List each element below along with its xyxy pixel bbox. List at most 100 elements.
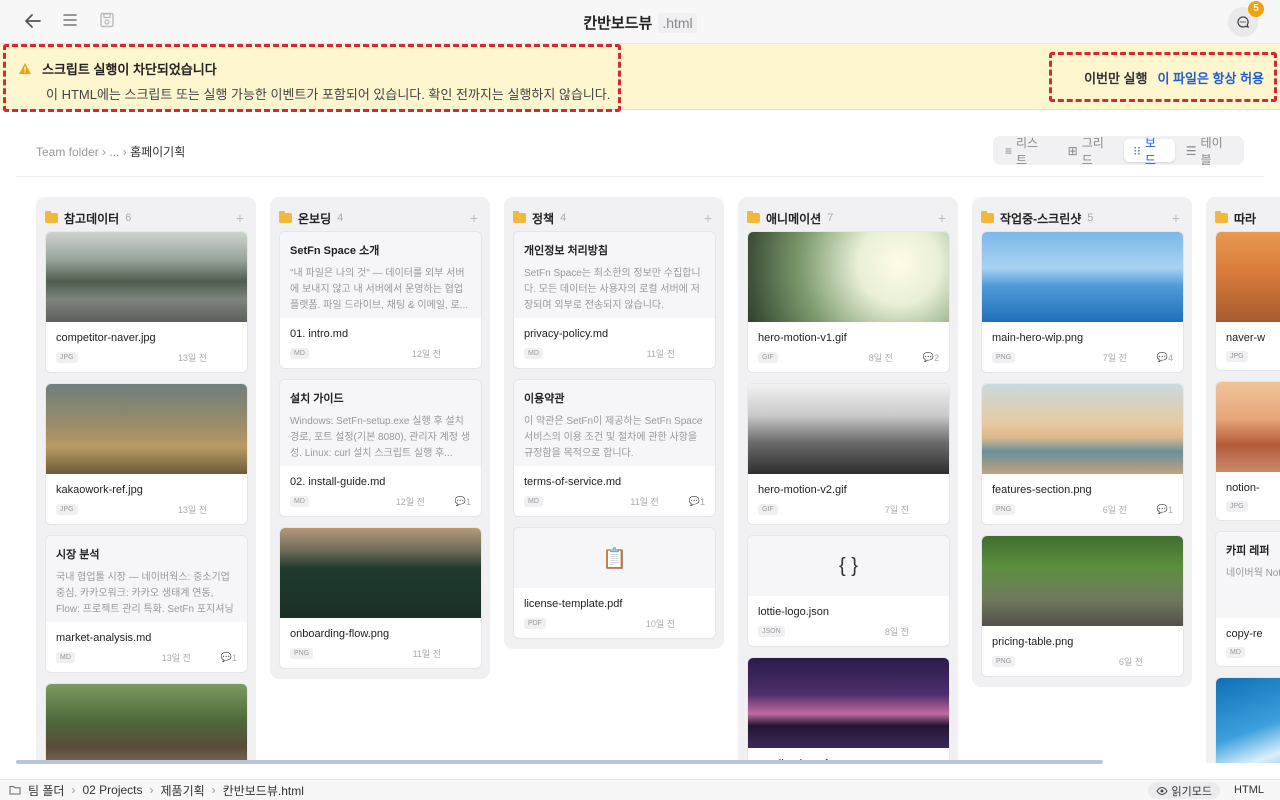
file-name: onboarding-flow.png [290, 628, 390, 640]
file-card[interactable]: 시장 분석 국내 협업툴 시장 — 네이버웍스: 중소기업 중심, 카카오워크: … [45, 535, 248, 673]
file-card[interactable]: hero-motion-v1.gif GIF 8일 전 💬 2 [747, 231, 950, 373]
chat-button[interactable]: 5 [1228, 1, 1264, 37]
file-card[interactable]: main-hero-wip.png PNG 7일 전 💬 4 [981, 231, 1184, 373]
file-card[interactable]: kakaowork-ref.jpg JPG 13일 전 [45, 383, 248, 525]
page-title: 칸반보드뷰 .html [0, 12, 1280, 33]
file-card[interactable]: 개인정보 처리방침 SetFn Space는 최소한의 정보만 수집합니다. 모든… [513, 231, 716, 369]
breadcrumb-root[interactable]: Team folder [36, 145, 99, 159]
horizontal-scrollbar[interactable] [16, 760, 1103, 764]
view-tab-icon: ≡ [1005, 143, 1013, 158]
file-card[interactable]: competitor-naver.jpg JPG 13일 전 [45, 231, 248, 373]
status-path-segment[interactable]: 칸반보드뷰.html [223, 782, 304, 799]
file-ext-badge: PNG [992, 352, 1016, 363]
eye-icon [1155, 786, 1168, 795]
document-preview: 설치 가이드 Windows: SetFn-setup.exe 실행 후 설치 경… [280, 380, 481, 466]
folder-icon [279, 211, 292, 223]
view-tab-3[interactable]: ☰ 테이블 [1177, 136, 1241, 167]
file-card[interactable]: SetFn Space 소개 "내 파일은 나의 것" — 데이터를 외부 서버에… [279, 231, 482, 369]
document-preview: 이용약관 이 약관은 SetFn이 제공하는 SetFn Space 서비스의 이… [514, 380, 715, 466]
breadcrumb-current: 홈페이기획 [130, 145, 186, 159]
file-card[interactable]: linear-dPNG [1215, 677, 1280, 763]
view-tab-1[interactable]: ⊞ 그리드 [1059, 136, 1123, 167]
add-card-icon[interactable]: + [1172, 210, 1180, 226]
comment-icon: 💬 [220, 652, 232, 662]
chat-icon [1237, 16, 1249, 28]
add-card-icon[interactable]: + [236, 210, 244, 226]
image-thumbnail [748, 384, 949, 474]
view-tab-label: 테이블 [1200, 135, 1223, 167]
breadcrumb-ellipsis[interactable]: ... [109, 145, 119, 159]
document-preview: 카피 레퍼네이버웍 Notion " "정해진 흐 [1216, 532, 1280, 618]
file-ext-badge: MD [524, 496, 543, 507]
file-card[interactable]: pricing-table.png PNG 6일 전 [981, 535, 1184, 677]
status-path: 팀 폴더 › 02 Projects › 제품기획 › 칸반보드뷰.html [9, 782, 304, 799]
image-thumbnail [982, 384, 1183, 474]
column-title: 작업중-스크린샷 [1000, 211, 1082, 226]
modified-time: 6일 전 [1118, 657, 1143, 667]
file-name: competitor-naver.jpg [56, 332, 156, 344]
file-ext-badge: MD [1226, 647, 1245, 658]
comment-icon: 💬 [454, 496, 466, 506]
status-path-segment[interactable]: 제품기획 [161, 782, 205, 799]
file-name: pricing-table.png [992, 636, 1074, 648]
board-column: 작업중-스크린샷 5 + main-hero-wip.png PNG 7일 전 💬 4 fea… [972, 197, 1192, 687]
file-card[interactable]: onboarding-flow.png PNG 11일 전 [279, 527, 482, 669]
document-title: 시장 분석 [56, 549, 100, 561]
comment-icon: 💬 [1156, 352, 1168, 362]
column-title: 따라 [1234, 211, 1257, 226]
chevron-right-icon: › [211, 783, 216, 797]
run-once-button[interactable]: 이번만 실행 [1084, 68, 1147, 87]
folder-icon [9, 786, 21, 795]
always-allow-button[interactable]: 이 파일은 항상 허용 [1157, 68, 1264, 87]
file-extension: .html [658, 13, 697, 33]
notification-badge: 5 [1248, 1, 1264, 17]
file-ext-badge: MD [290, 496, 309, 507]
breadcrumb: Team folder › ... › 홈페이기획 [36, 145, 186, 159]
file-ext-badge: PDF [524, 618, 546, 629]
modified-time: 6일 전 [1102, 505, 1127, 515]
file-card[interactable]: scroll-anim-ref.pngPNG8일 전 [747, 657, 950, 763]
file-type-icon: 📋 [514, 528, 715, 588]
document-snippet: Windows: SetFn-setup.exe 실행 후 설치 경로, 포트 … [290, 416, 470, 459]
comment-count: 1 [1167, 504, 1173, 515]
add-card-icon[interactable]: + [704, 210, 712, 226]
read-mode-label: 읽기모드 [1171, 785, 1212, 798]
column-title: 정책 [532, 211, 555, 226]
status-path-segment[interactable]: 팀 폴더 [28, 782, 64, 799]
file-card[interactable]: features-section.png PNG 6일 전 💬 1 [981, 383, 1184, 525]
add-card-icon[interactable]: + [470, 210, 478, 226]
file-name: 02. install-guide.md [290, 476, 386, 488]
read-mode-button[interactable]: 읽기모드 [1147, 782, 1220, 799]
warning-message-box: 스크립트 실행이 차단되었습니다 이 HTML에는 스크립트 또는 실행 가능한… [3, 44, 621, 112]
file-card[interactable]: naver-w JPG [1215, 231, 1280, 371]
board-column: 정책 4 + 개인정보 처리방침 SetFn Space는 최소한의 정보만 수집합니다… [504, 197, 724, 649]
comment-count: 2 [933, 352, 939, 363]
file-name: copy-re [1226, 628, 1263, 640]
file-card[interactable]: 📋 license-template.pdf PDF 10일 전 [513, 527, 716, 639]
file-name: hero-motion-v1.gif [758, 332, 847, 344]
file-name: market-analysis.md [56, 632, 152, 644]
column-title: 참고데이터 [64, 211, 120, 226]
file-card[interactable]: hero-motion-v2.gif GIF 7일 전 [747, 383, 950, 525]
file-ext-badge: GIF [758, 504, 778, 515]
file-card[interactable]: { } lottie-logo.json JSON 8일 전 [747, 535, 950, 647]
warning-icon [19, 63, 31, 74]
modified-time: 13일 전 [161, 653, 191, 663]
file-card[interactable]: notion- JPG [1215, 381, 1280, 521]
file-card[interactable]: flow-screenshot.pngPNG13일 전 [45, 683, 248, 763]
file-ext-badge: MD [56, 652, 75, 663]
file-card[interactable]: 설치 가이드 Windows: SetFn-setup.exe 실행 후 설치 경… [279, 379, 482, 517]
status-path-segment[interactable]: 02 Projects [82, 783, 142, 797]
modified-time: 12일 전 [411, 349, 441, 359]
modified-time: 12일 전 [395, 497, 425, 507]
column-header: 온보딩 4 + [279, 205, 482, 231]
view-tab-2[interactable]: ⁝⁝ 보드 [1124, 136, 1175, 167]
add-card-icon[interactable]: + [938, 210, 946, 226]
column-count: 6 [125, 212, 132, 224]
file-type-label: HTML [1234, 784, 1264, 796]
file-card[interactable]: 카피 레퍼네이버웍 Notion " "정해진 흐 copy-re MD [1215, 531, 1280, 667]
comment-icon: 💬 [922, 352, 934, 362]
view-tab-0[interactable]: ≡ 리스트 [996, 136, 1057, 167]
chevron-right-icon: › [71, 783, 76, 797]
file-card[interactable]: 이용약관 이 약관은 SetFn이 제공하는 SetFn Space 서비스의 이… [513, 379, 716, 517]
